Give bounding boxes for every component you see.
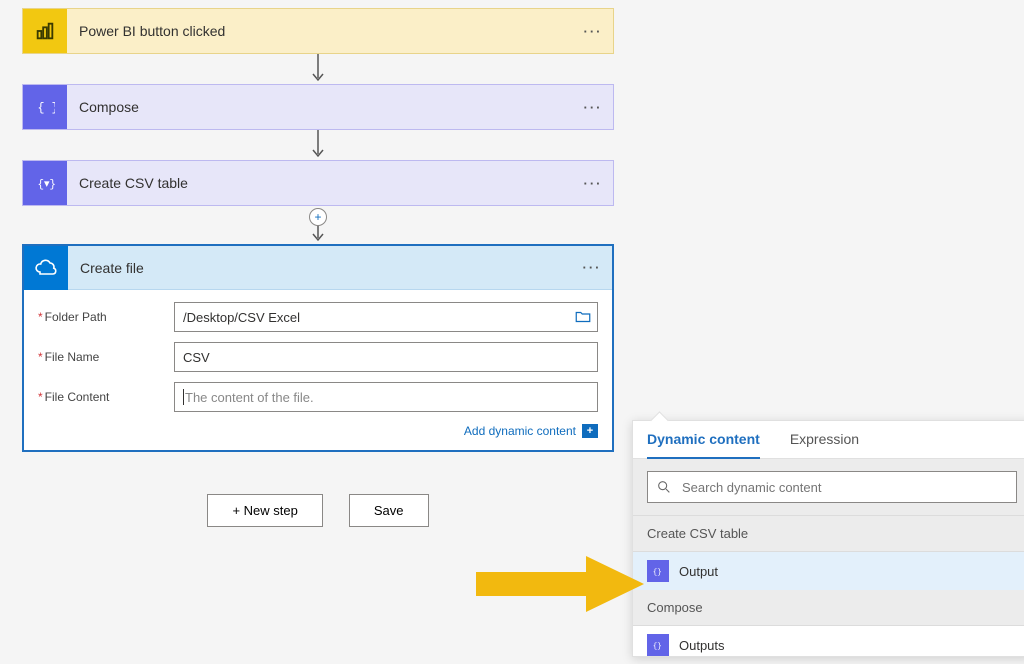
file-content-input[interactable]: The content of the file. xyxy=(174,382,598,412)
folder-picker-icon[interactable] xyxy=(574,308,592,329)
svg-text:{▾}: {▾} xyxy=(38,179,56,191)
csv-icon: {▾} xyxy=(23,161,67,205)
dynamic-content-panel: Dynamic content Expression Create CSV ta… xyxy=(632,420,1024,657)
filecontent-label: *File Content xyxy=(38,390,174,404)
csv-menu[interactable]: ··· xyxy=(573,176,613,191)
arrow-icon xyxy=(311,130,325,160)
folder-path-input[interactable] xyxy=(174,302,598,332)
compose-menu[interactable]: ··· xyxy=(573,100,613,115)
svg-text:{ }: { } xyxy=(38,101,56,115)
annotation-arrow-icon xyxy=(476,556,644,615)
tab-dynamic-content[interactable]: Dynamic content xyxy=(647,431,760,459)
insert-step-button[interactable]: + xyxy=(309,208,327,226)
onedrive-icon xyxy=(24,246,68,290)
save-button[interactable]: Save xyxy=(349,494,429,527)
dynamic-search-input[interactable] xyxy=(680,479,1008,496)
dynamic-item-label: Output xyxy=(679,564,718,579)
createfile-card: Create file ··· *Folder Path *File Name xyxy=(22,244,614,452)
arrow-icon xyxy=(311,54,325,84)
data-operation-icon: {} xyxy=(647,560,669,582)
compose-card[interactable]: { } Compose ··· xyxy=(22,84,614,130)
dynamic-item-label: Outputs xyxy=(679,638,725,653)
trigger-card[interactable]: Power BI button clicked ··· xyxy=(22,8,614,54)
folder-label: *Folder Path xyxy=(38,310,174,324)
dynamic-item-outputs[interactable]: {} Outputs xyxy=(633,626,1024,656)
svg-text:{}: {} xyxy=(653,643,662,651)
add-dynamic-content-link[interactable]: Add dynamic content + xyxy=(38,422,598,442)
createfile-title: Create file xyxy=(68,260,572,276)
search-icon xyxy=(656,479,672,495)
new-step-button[interactable]: + New step xyxy=(207,494,322,527)
tab-expression[interactable]: Expression xyxy=(790,431,859,458)
data-operation-icon: {} xyxy=(647,634,669,656)
group-compose-header: Compose xyxy=(633,590,1024,626)
powerbi-icon xyxy=(23,9,67,53)
csv-card[interactable]: {▾} Create CSV table ··· xyxy=(22,160,614,206)
compose-title: Compose xyxy=(67,99,573,115)
trigger-menu[interactable]: ··· xyxy=(573,24,613,39)
dynamic-item-output[interactable]: {} Output xyxy=(633,552,1024,590)
csv-title: Create CSV table xyxy=(67,175,573,191)
createfile-header[interactable]: Create file ··· xyxy=(24,246,612,290)
file-name-input[interactable] xyxy=(174,342,598,372)
compose-icon: { } xyxy=(23,85,67,129)
filename-label: *File Name xyxy=(38,350,174,364)
createfile-menu[interactable]: ··· xyxy=(572,260,612,275)
dynamic-content-icon: + xyxy=(582,424,598,438)
trigger-title: Power BI button clicked xyxy=(67,23,573,39)
dynamic-search[interactable] xyxy=(647,471,1017,503)
svg-text:{}: {} xyxy=(653,569,662,577)
group-csv-header: Create CSV table xyxy=(633,516,1024,552)
